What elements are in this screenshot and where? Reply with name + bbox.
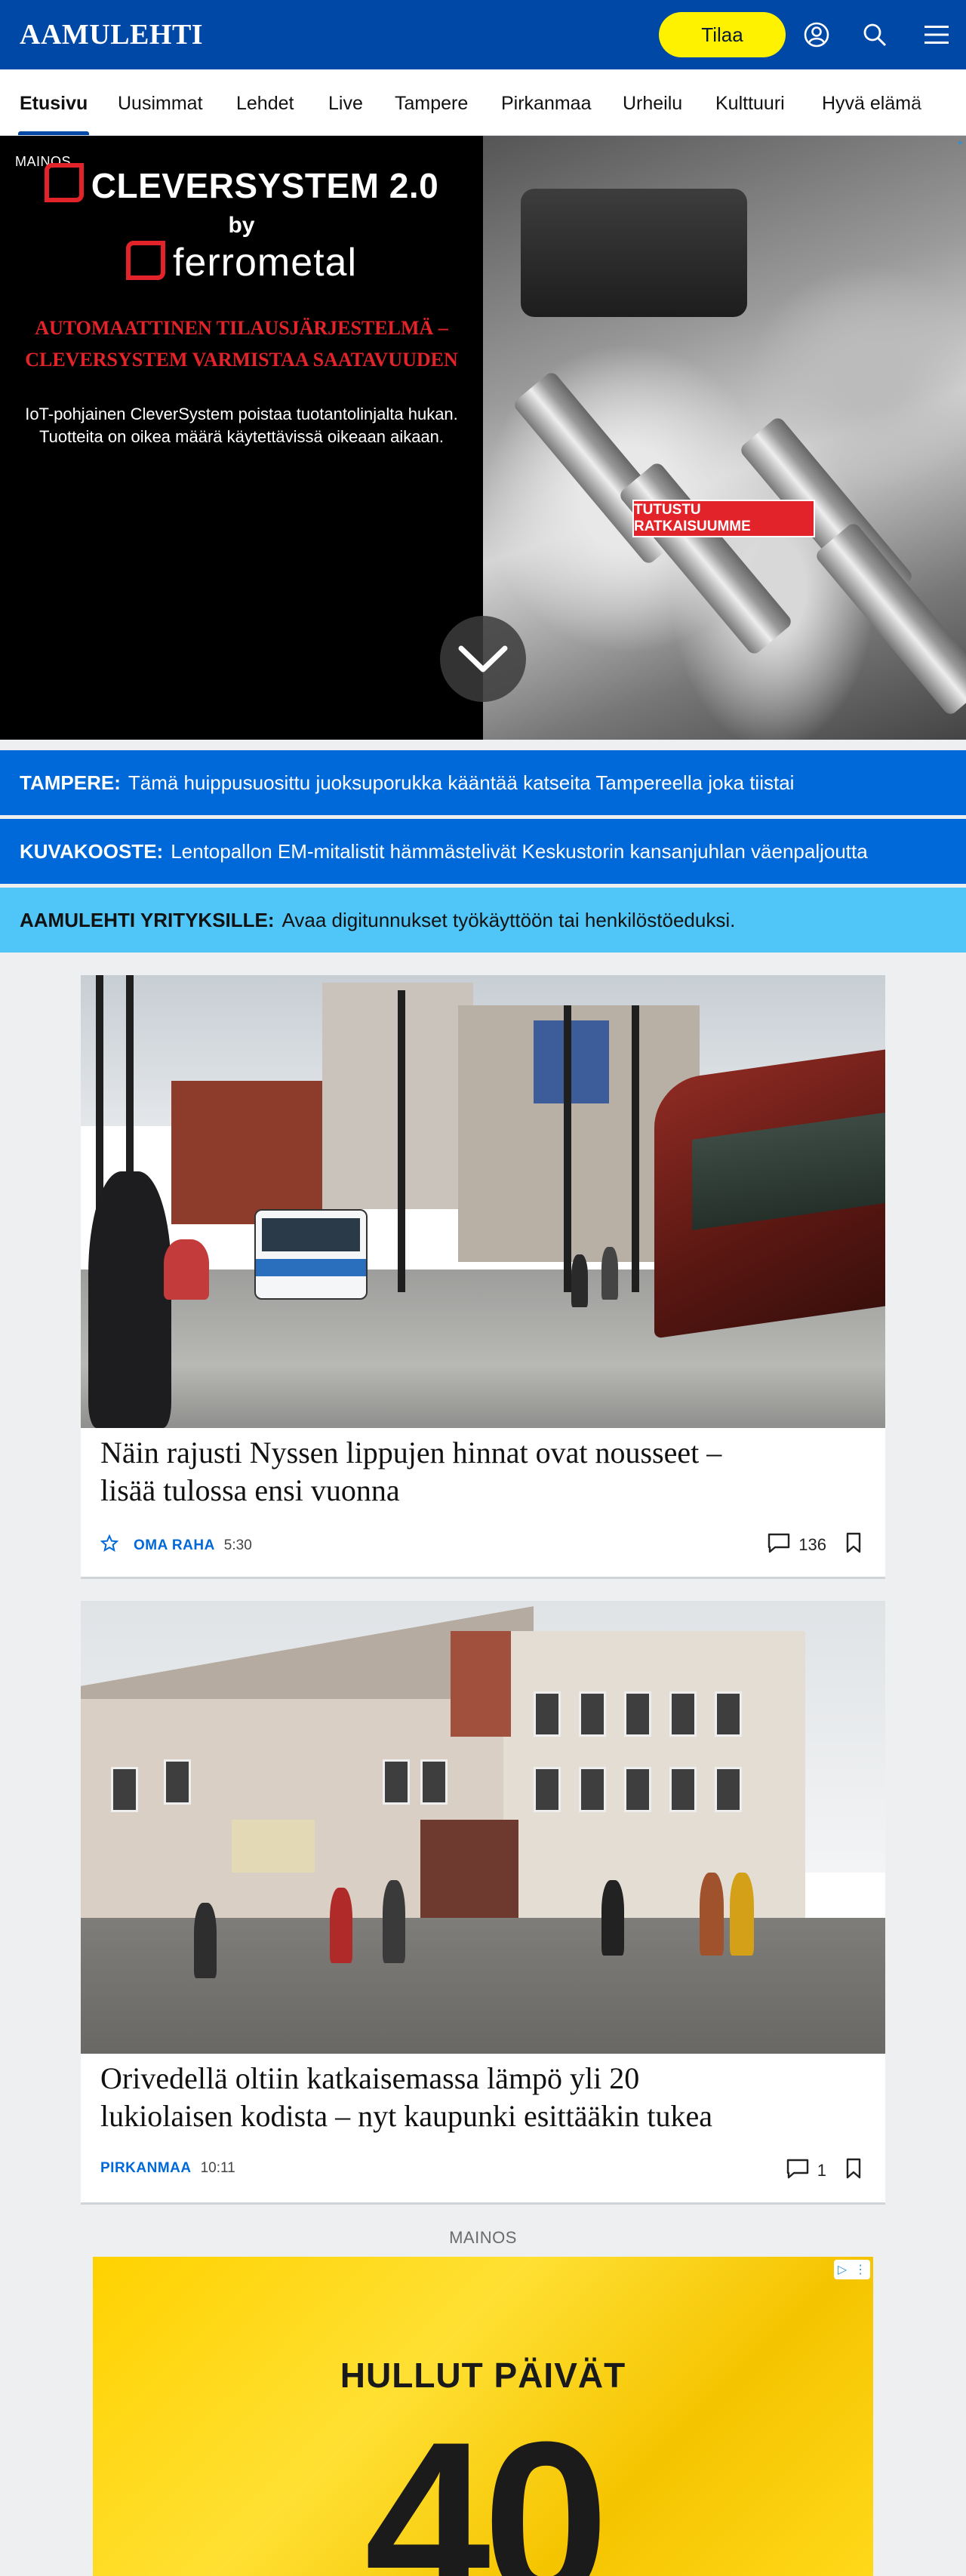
article-actions: 1 [786,2158,863,2184]
ad-headline-1: AUTOMAATTINEN TILAUSJÄRJESTELMÄ – [35,317,448,339]
article-title[interactable]: Näin rajusti Nyssen lippujen hinnat ovat… [100,1434,863,1510]
teaser-link[interactable]: TAMPERE: Tämä huippusuosittu juoksuporukk… [0,750,966,815]
fm-brand-logo-icon [125,241,165,280]
ad-body-2: Tuotteita on oikea määrä käytettävissä o… [38,427,445,446]
menu-icon[interactable] [921,20,952,50]
article-section[interactable]: PIRKANMAA [100,2160,192,2177]
teaser-kicker: TAMPERE: [20,771,121,794]
comment-count[interactable]: 1 [817,2161,826,2181]
teaser-text: Avaa digitunnukset työkäyttöön tai henki… [281,908,736,931]
article-title[interactable]: Orivedellä oltiin katkaisemassa lämpö yl… [100,2060,863,2135]
section-nav: Etusivu Uusimmat Lehdet Live Tampere Pir… [0,69,966,136]
account-icon[interactable] [801,20,832,50]
article-card[interactable]: Orivedellä oltiin katkaisemassa lämpö yl… [81,1601,885,2205]
ad-number: 40 [365,2394,609,2576]
teaser-kicker: AAMULEHTI YRITYKSILLE: [20,908,275,931]
ad-title: CLEVERSYSTEM 2.0 [0,163,483,206]
search-icon[interactable] [860,20,890,50]
adchoices-icon[interactable]: ▸ [958,137,963,147]
ad-cta-button[interactable]: TUTUSTU RATKAISUUMME [632,500,815,537]
adchoices-icon[interactable]: ▷ ⋮ [834,2260,870,2279]
teaser-kicker: KUVAKOOSTE: [20,839,164,863]
ad-by: by [228,213,255,238]
ad-title: HULLUT PÄIVÄT [340,2356,626,2395]
bookmark-icon[interactable] [844,1532,863,1558]
teaser-text: Tämä huippusuosittu juoksuporukka kääntä… [128,771,795,794]
ad-label: MAINOS [449,2228,517,2247]
article-image[interactable] [81,975,885,1428]
premium-star-icon [100,1534,119,1556]
top-advertisement[interactable]: MAINOS CLEVERSYSTEM 2.0 by ferrometal AU… [0,136,966,740]
nav-item-uusimmat[interactable]: Uusimmat [118,69,203,135]
ad-text-panel: MAINOS CLEVERSYSTEM 2.0 by ferrometal AU… [0,136,483,740]
teaser-link[interactable]: AAMULEHTI YRITYKSILLE: Avaa digitunnukset… [0,888,966,953]
article-meta: PIRKANMAA 10:11 [100,2160,235,2177]
nav-item-urheilu[interactable]: Urheilu [623,69,682,135]
ad-headline-2: CLEVERSYSTEM VARMISTAA SAATAVUUDEN [25,349,458,371]
fm-logo-icon [44,163,84,202]
nav-item-live[interactable]: Live [328,69,363,135]
nav-scroll-fade [913,69,966,135]
nav-item-pirkanmaa[interactable]: Pirkanmaa [501,69,592,135]
bookmark-icon[interactable] [844,2158,863,2184]
ad-body-1: IoT-pohjainen CleverSystem poistaa tuota… [25,405,458,423]
site-header: AAMULEHTI Tilaa [0,0,966,69]
bottom-advertisement[interactable]: ▷ ⋮ HULLUT PÄIVÄT 40 [93,2257,873,2576]
nav-item-lehdet[interactable]: Lehdet [236,69,294,135]
comment-count[interactable]: 136 [798,1535,826,1555]
nav-item-tampere[interactable]: Tampere [395,69,468,135]
subscribe-button[interactable]: Tilaa [659,12,786,57]
comment-icon[interactable] [767,1532,791,1558]
nav-item-hyva-elama[interactable]: Hyvä elämä [822,69,921,135]
article-actions: 136 [767,1532,863,1558]
nav-item-kulttuuri[interactable]: Kulttuuri [715,69,785,135]
site-logo[interactable]: AAMULEHTI [20,18,203,51]
ad-sensor-box [521,189,747,317]
chevron-down-icon[interactable] [440,616,526,702]
nav-item-etusivu[interactable]: Etusivu [17,69,90,135]
article-time: 10:11 [200,2160,235,2176]
article-meta: OMA RAHA 5:30 [100,1534,252,1556]
article-section[interactable]: OMA RAHA [134,1537,215,1554]
teaser-link[interactable]: KUVAKOOSTE: Lentopallon EM-mitalistit häm… [0,819,966,884]
ad-brand: ferrometal [0,240,483,285]
teaser-text: Lentopallon EM-mitalistit hämmästelivät … [171,839,868,863]
article-image[interactable] [81,1601,885,2054]
comment-icon[interactable] [786,2158,810,2184]
article-time: 5:30 [223,1537,252,1553]
article-card[interactable]: Näin rajusti Nyssen lippujen hinnat ovat… [81,975,885,1579]
